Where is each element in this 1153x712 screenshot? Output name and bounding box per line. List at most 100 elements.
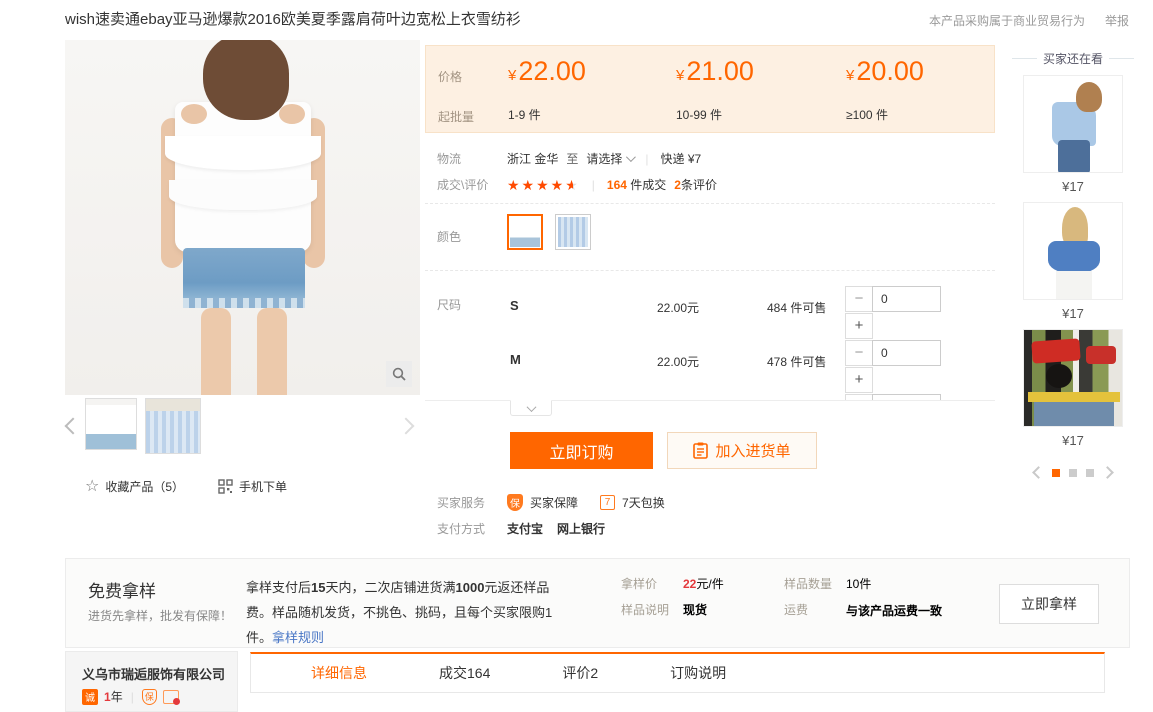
price-panel: 价格 起批量 ¥22.00 ¥21.00 ¥20.00 1-9 件 10-99 …	[425, 45, 995, 133]
related-product-photo[interactable]	[1023, 202, 1123, 300]
photo-shape	[165, 136, 321, 170]
sample-rules-link[interactable]: 拿样规则	[272, 630, 324, 645]
years-number: 1	[104, 690, 111, 704]
photo-shape	[1046, 364, 1072, 388]
qr-code-icon	[218, 479, 233, 494]
sample-description: 拿样支付后15天内，二次店铺进货满1000元返还样品费。样品随机发货，不挑色、挑…	[246, 575, 568, 650]
desc-text: 拿样支付后	[246, 580, 311, 595]
photo-shape	[1086, 346, 1116, 364]
tab-detail-info[interactable]: 详细信息	[311, 663, 367, 683]
related-product-photo[interactable]	[1023, 75, 1123, 173]
destination-select[interactable]: 请选择	[586, 150, 633, 167]
get-sample-button[interactable]: 立即拿样	[999, 584, 1099, 624]
photo-shape	[1056, 271, 1092, 300]
tier-qty-3: ≥100 件	[846, 106, 888, 123]
review-suffix: 条评价	[681, 178, 717, 192]
page-title: wish速卖通ebay亚马逊爆款2016欧美夏季露肩荷叶边宽松上衣雪纺衫	[65, 8, 521, 29]
trade-notice: 本产品采购属于商业贸易行为	[929, 14, 1085, 28]
sample-price-number: 22	[683, 577, 696, 591]
color-swatch-white[interactable]	[507, 214, 543, 250]
magnifier-icon[interactable]	[386, 361, 412, 387]
related-item: ¥17	[1023, 202, 1123, 329]
deal-suffix: 件成交	[630, 178, 666, 192]
photo-shape	[1048, 241, 1100, 273]
tier-price: 20.00	[856, 56, 924, 86]
deal-count-link[interactable]: 164 件成交	[607, 176, 666, 193]
related-item: ¥17	[1023, 75, 1123, 202]
divider: |	[641, 152, 652, 166]
to-label: 至	[566, 150, 578, 167]
thumbnail-blue-top[interactable]	[145, 398, 201, 454]
page-dot-1[interactable]	[1052, 469, 1060, 477]
logistics-label: 物流	[437, 150, 461, 167]
report-link[interactable]: 举报	[1105, 14, 1129, 28]
page-dot-2[interactable]	[1069, 469, 1077, 477]
sample-qty-label: 样品数量	[784, 575, 832, 592]
related-product-photo[interactable]	[1023, 329, 1123, 427]
divider: |	[131, 690, 134, 704]
price-tier-1: ¥22.00	[508, 56, 586, 87]
product-photo	[65, 40, 420, 395]
qty-input[interactable]	[872, 286, 941, 312]
desc-text: 天内，二次店铺进货满	[325, 580, 455, 595]
sample-price-label: 拿样价	[621, 575, 657, 592]
sample-qty-value: 10件	[846, 575, 871, 592]
related-item: ¥17	[1023, 329, 1123, 456]
thumbnail-white-top[interactable]	[85, 398, 137, 450]
sample-ship-value: 与该产品运费一致	[846, 601, 950, 621]
moq-label: 起批量	[438, 108, 474, 125]
sample-price-unit: 元/件	[696, 577, 723, 591]
payment-method-alipay: 支付宝	[507, 520, 543, 537]
favorite-label: 收藏产品（5）	[105, 478, 184, 495]
size-stock: 478 件可售	[767, 353, 826, 370]
deals-label: 成交\评价	[437, 176, 488, 193]
photo-shape	[1031, 338, 1080, 363]
currency-symbol: ¥	[676, 67, 684, 84]
review-count-link[interactable]: 2条评价	[674, 176, 717, 193]
size-row-clipped: −	[425, 390, 995, 400]
prev-page-icon[interactable]	[1032, 466, 1045, 479]
expand-sizes-button[interactable]	[510, 400, 552, 416]
desc-bold: 15	[311, 580, 325, 595]
swatch-image	[510, 217, 540, 247]
tab-deals[interactable]: 成交164	[439, 663, 490, 683]
order-now-button[interactable]: 立即订购	[510, 432, 653, 469]
related-pagination	[1012, 468, 1134, 477]
tab-reviews[interactable]: 评价2	[562, 663, 598, 683]
currency-symbol: ¥	[508, 67, 516, 84]
seven-day-return-icon: 7	[600, 495, 615, 510]
add-to-purchase-list-button[interactable]: 加入进货单	[667, 432, 817, 469]
size-row-m: M 22.00元 478 件可售 − +	[425, 336, 995, 388]
sample-note-label: 样品说明	[621, 601, 669, 618]
related-price: ¥17	[1023, 173, 1123, 202]
review-count: 2	[674, 178, 681, 192]
favorite-button[interactable]: ☆ 收藏产品（5）	[85, 478, 184, 495]
minus-button[interactable]: −	[845, 286, 873, 312]
related-products-sidebar: 买家还在看 ¥17 ¥17	[1012, 40, 1134, 477]
color-label: 颜色	[437, 228, 461, 245]
divider	[425, 270, 995, 271]
mobile-order-button[interactable]: 手机下单	[218, 478, 287, 495]
seller-name[interactable]: 义乌市瑞逅服饰有限公司	[82, 664, 225, 683]
destination-value: 请选择	[586, 150, 622, 167]
minus-button[interactable]: −	[845, 340, 873, 366]
size-price: 22.00元	[657, 353, 699, 370]
star-outline-icon: ☆	[85, 479, 99, 495]
seller-card: 义乌市瑞逅服饰有限公司 诚 1年 | 保	[65, 651, 238, 712]
photo-shape	[1028, 392, 1120, 402]
next-page-icon[interactable]	[1101, 466, 1114, 479]
buyer-protection-label: 买家保障	[530, 494, 578, 511]
price-tier-3: ¥20.00	[846, 56, 924, 87]
ship-from: 浙江 金华	[507, 150, 558, 167]
years-suffix: 年	[111, 690, 123, 704]
page-dot-3[interactable]	[1086, 469, 1094, 477]
prev-thumbnail-icon[interactable]	[65, 418, 82, 435]
tier-price: 21.00	[686, 56, 754, 86]
tab-order-notes[interactable]: 订购说明	[670, 663, 726, 683]
certificate-icon	[163, 690, 179, 704]
sample-ship-label: 运费	[784, 601, 808, 618]
qty-input[interactable]	[872, 340, 941, 366]
next-thumbnail-icon[interactable]	[398, 418, 415, 435]
color-swatch-blue[interactable]	[555, 214, 591, 250]
tier-qty-2: 10-99 件	[676, 106, 722, 123]
